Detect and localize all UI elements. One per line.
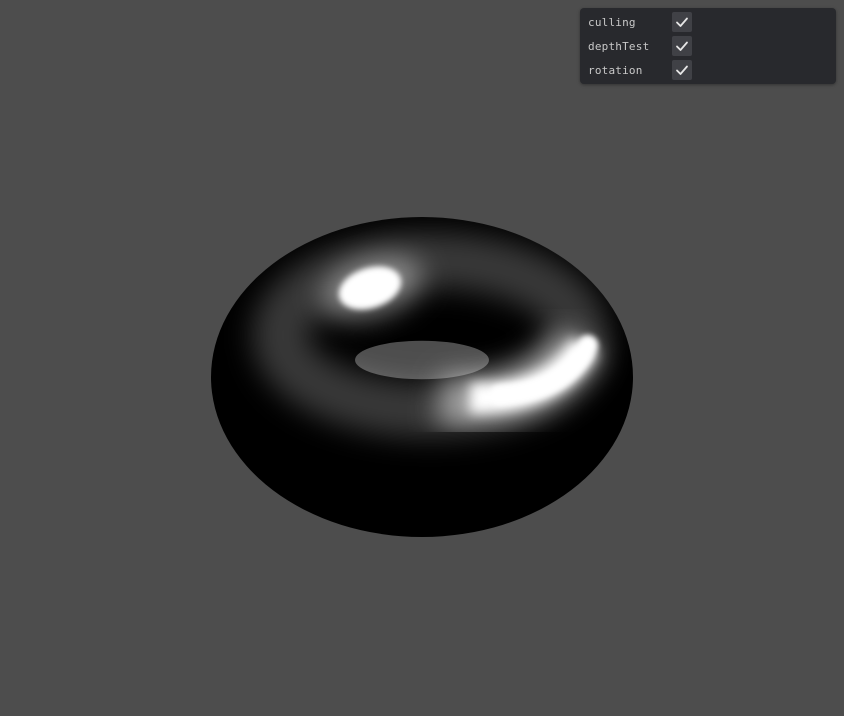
culling-label: culling	[588, 15, 636, 29]
rotation-checkbox[interactable]	[672, 60, 692, 80]
culling-checkbox[interactable]	[672, 12, 692, 32]
depthtest-checkbox[interactable]	[672, 36, 692, 56]
gui-row-depthtest[interactable]: depthTest	[580, 34, 836, 58]
check-icon	[676, 17, 688, 27]
rotation-label: rotation	[588, 63, 643, 77]
depthtest-label: depthTest	[588, 39, 650, 53]
check-icon	[676, 65, 688, 75]
gui-row-rotation[interactable]: rotation	[580, 58, 836, 82]
webgl-canvas[interactable]	[0, 0, 844, 716]
gui-row-culling[interactable]: culling	[580, 10, 836, 34]
gui-panel: culling depthTest rotation	[580, 8, 836, 84]
check-icon	[676, 41, 688, 51]
torus-render	[211, 217, 633, 537]
